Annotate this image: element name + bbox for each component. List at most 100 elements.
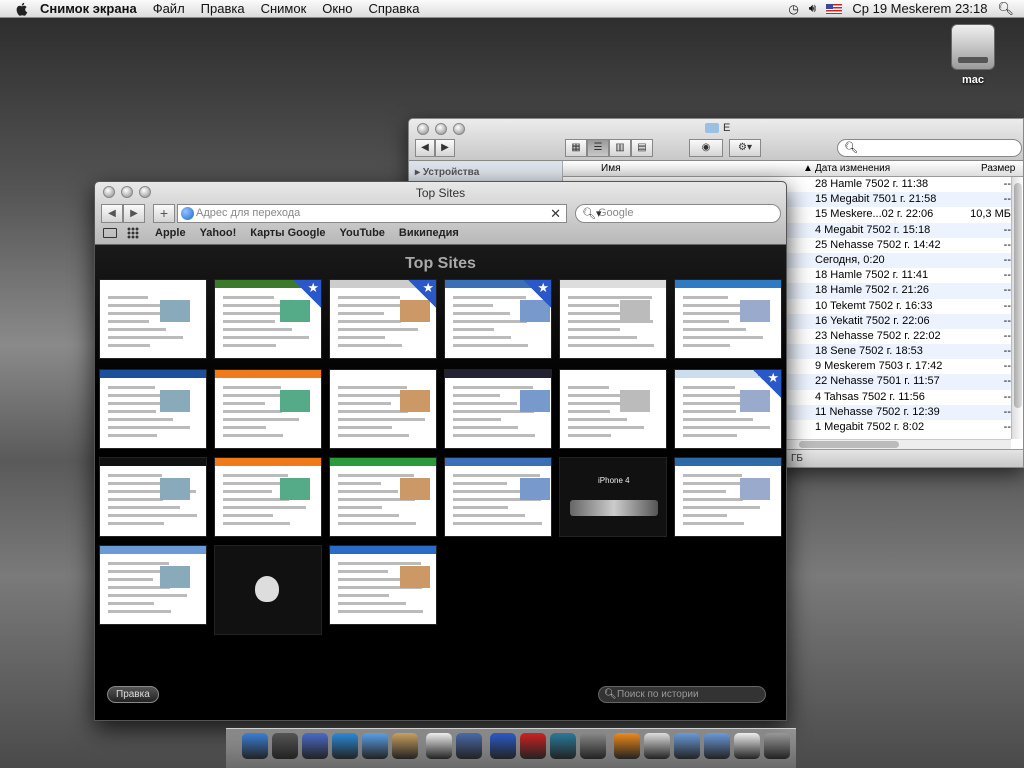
table-row[interactable]: 28 Hamle 7502 г. 11:38 -- bbox=[787, 177, 1023, 192]
table-row[interactable]: 18 Hamle 7502 г. 11:41 -- bbox=[787, 268, 1023, 283]
top-site-thumbnail[interactable] bbox=[214, 369, 322, 449]
itunes-icon[interactable] bbox=[490, 733, 516, 759]
zoom-button[interactable] bbox=[453, 123, 465, 135]
address-field[interactable]: Адрес для перехода ✕ bbox=[177, 204, 567, 223]
edit-button[interactable]: Правка bbox=[107, 686, 159, 703]
table-row[interactable]: 10 Tekemt 7502 г. 16:33 -- bbox=[787, 299, 1023, 314]
sidebar-header-devices[interactable]: ▸ Устройства bbox=[409, 161, 562, 178]
table-row[interactable]: 1 Megabit 7502 г. 8:02 -- bbox=[787, 420, 1023, 435]
top-site-thumbnail[interactable] bbox=[444, 369, 552, 449]
column-date[interactable]: Дата изменения bbox=[815, 163, 890, 174]
spotlight-icon[interactable]: 🔍︎ bbox=[997, 1, 1014, 17]
finder-icon[interactable] bbox=[242, 733, 268, 759]
table-row[interactable]: Сегодня, 0:20 -- bbox=[787, 252, 1023, 269]
top-site-thumbnail[interactable] bbox=[559, 369, 667, 449]
bookmark-apple[interactable]: Apple bbox=[155, 227, 186, 239]
top-site-thumbnail[interactable]: iPhone 4 bbox=[559, 457, 667, 537]
top-site-thumbnail[interactable] bbox=[329, 369, 437, 449]
column-view-button[interactable]: ▥ bbox=[609, 139, 631, 157]
top-site-thumbnail[interactable] bbox=[329, 545, 437, 625]
top-site-thumbnail[interactable] bbox=[674, 279, 782, 359]
trash-icon[interactable] bbox=[764, 733, 790, 759]
top-site-thumbnail[interactable] bbox=[674, 369, 782, 449]
bookmark-google-maps[interactable]: Карты Google bbox=[250, 227, 325, 239]
close-button[interactable] bbox=[417, 123, 429, 135]
top-site-thumbnail[interactable] bbox=[214, 279, 322, 359]
preview-icon[interactable] bbox=[302, 733, 328, 759]
iphoto-icon[interactable] bbox=[456, 733, 482, 759]
top-site-thumbnail[interactable] bbox=[559, 279, 667, 359]
finder-search-input[interactable]: 🔍︎ bbox=[837, 139, 1022, 157]
desktop-disk[interactable]: mac bbox=[947, 24, 999, 86]
apple-menu-icon[interactable] bbox=[14, 1, 30, 17]
finder-horizontal-scrollbar[interactable] bbox=[787, 439, 1011, 449]
textedit-icon[interactable] bbox=[734, 733, 760, 759]
table-row[interactable]: 11 Nehasse 7502 г. 12:39 -- bbox=[787, 404, 1023, 420]
documents-folder-icon[interactable] bbox=[704, 733, 730, 759]
top-site-thumbnail[interactable] bbox=[444, 457, 552, 537]
table-row[interactable]: 22 Nehasse 7501 г. 11:57 -- bbox=[787, 374, 1023, 390]
time-machine-icon[interactable] bbox=[550, 733, 576, 759]
table-row[interactable]: 15 Megabit 7501 г. 21:58 -- bbox=[787, 192, 1023, 208]
forward-button[interactable]: ▶ bbox=[123, 204, 145, 223]
table-row[interactable]: 15 Meskere...02 г. 22:06 10,3 МБ bbox=[787, 207, 1023, 222]
forward-button[interactable]: ▶ bbox=[435, 139, 455, 157]
volume-icon[interactable]: 🔊︎ bbox=[809, 1, 817, 16]
hard-disk-icon[interactable] bbox=[951, 24, 995, 70]
icon-view-button[interactable]: ▦ bbox=[565, 139, 587, 157]
history-search-input[interactable]: 🔍︎ Поиск по истории bbox=[598, 686, 766, 703]
photo-booth-icon[interactable] bbox=[520, 733, 546, 759]
bookmarks-book-icon[interactable] bbox=[103, 228, 117, 238]
ichat-icon[interactable] bbox=[362, 733, 388, 759]
address-book-icon[interactable] bbox=[392, 733, 418, 759]
bookmark-yahoo[interactable]: Yahoo! bbox=[200, 227, 237, 239]
action-gear-icon[interactable]: ⚙▾ bbox=[729, 139, 761, 157]
menu-edit[interactable]: Правка bbox=[201, 1, 245, 16]
dashboard-icon[interactable] bbox=[272, 733, 298, 759]
vlc-icon[interactable] bbox=[614, 733, 640, 759]
safari-icon[interactable] bbox=[332, 733, 358, 759]
applications-folder-icon[interactable] bbox=[674, 733, 700, 759]
top-site-thumbnail[interactable] bbox=[99, 279, 207, 359]
archive-utility-icon[interactable] bbox=[644, 733, 670, 759]
top-site-thumbnail[interactable] bbox=[329, 279, 437, 359]
clear-address-icon[interactable]: ✕ bbox=[550, 205, 561, 222]
menu-file[interactable]: Файл bbox=[153, 1, 185, 16]
top-site-thumbnail[interactable] bbox=[99, 457, 207, 537]
table-row[interactable]: 18 Sene 7502 г. 18:53 -- bbox=[787, 344, 1023, 360]
google-search-field[interactable]: 🔍︎▾ Google bbox=[575, 204, 781, 223]
coverflow-view-button[interactable]: ▤ bbox=[631, 139, 653, 157]
top-site-thumbnail[interactable] bbox=[329, 457, 437, 537]
table-row[interactable]: 4 Megabit 7502 г. 15:18 -- bbox=[787, 222, 1023, 238]
quick-look-eye-icon[interactable]: ◉ bbox=[689, 139, 723, 157]
back-button[interactable]: ◀ bbox=[415, 139, 435, 157]
time-machine-icon[interactable]: ◷ bbox=[788, 2, 798, 16]
menu-help[interactable]: Справка bbox=[368, 1, 419, 16]
table-row[interactable]: 18 Hamle 7502 г. 21:26 -- bbox=[787, 283, 1023, 299]
menu-app-name[interactable]: Снимок экрана bbox=[40, 1, 137, 16]
add-bookmark-button[interactable]: + bbox=[153, 204, 175, 223]
table-row[interactable]: 9 Meskerem 7503 г. 17:42 -- bbox=[787, 359, 1023, 374]
top-site-thumbnail[interactable] bbox=[674, 457, 782, 537]
menu-window[interactable]: Окно bbox=[322, 1, 352, 16]
column-size[interactable]: Размер bbox=[981, 163, 1015, 174]
top-site-thumbnail[interactable] bbox=[214, 457, 322, 537]
top-site-thumbnail[interactable] bbox=[99, 369, 207, 449]
bookmark-youtube[interactable]: YouTube bbox=[340, 227, 385, 239]
top-sites-grid-icon[interactable] bbox=[127, 227, 139, 239]
back-button[interactable]: ◀ bbox=[101, 204, 123, 223]
input-source-flag-icon[interactable] bbox=[826, 3, 843, 14]
ical-icon[interactable] bbox=[426, 733, 452, 759]
list-view-button[interactable]: ☰ bbox=[587, 139, 609, 157]
table-row[interactable]: 16 Yekatit 7502 г. 22:06 -- bbox=[787, 313, 1023, 329]
bookmark-wikipedia[interactable]: Википедия bbox=[399, 227, 459, 239]
menu-clock[interactable]: Ср 19 Meskerem 23:18 bbox=[852, 1, 987, 16]
top-site-thumbnail[interactable] bbox=[214, 545, 322, 635]
table-row[interactable]: 23 Nehasse 7502 г. 22:02 -- bbox=[787, 329, 1023, 344]
top-site-thumbnail[interactable] bbox=[99, 545, 207, 625]
finder-vertical-scrollbar[interactable] bbox=[1011, 177, 1023, 439]
table-row[interactable]: 4 Tahsas 7502 г. 11:56 -- bbox=[787, 390, 1023, 405]
column-name[interactable]: Имя bbox=[601, 163, 620, 174]
minimize-button[interactable] bbox=[435, 123, 447, 135]
table-row[interactable]: 25 Nehasse 7502 г. 14:42 -- bbox=[787, 238, 1023, 253]
